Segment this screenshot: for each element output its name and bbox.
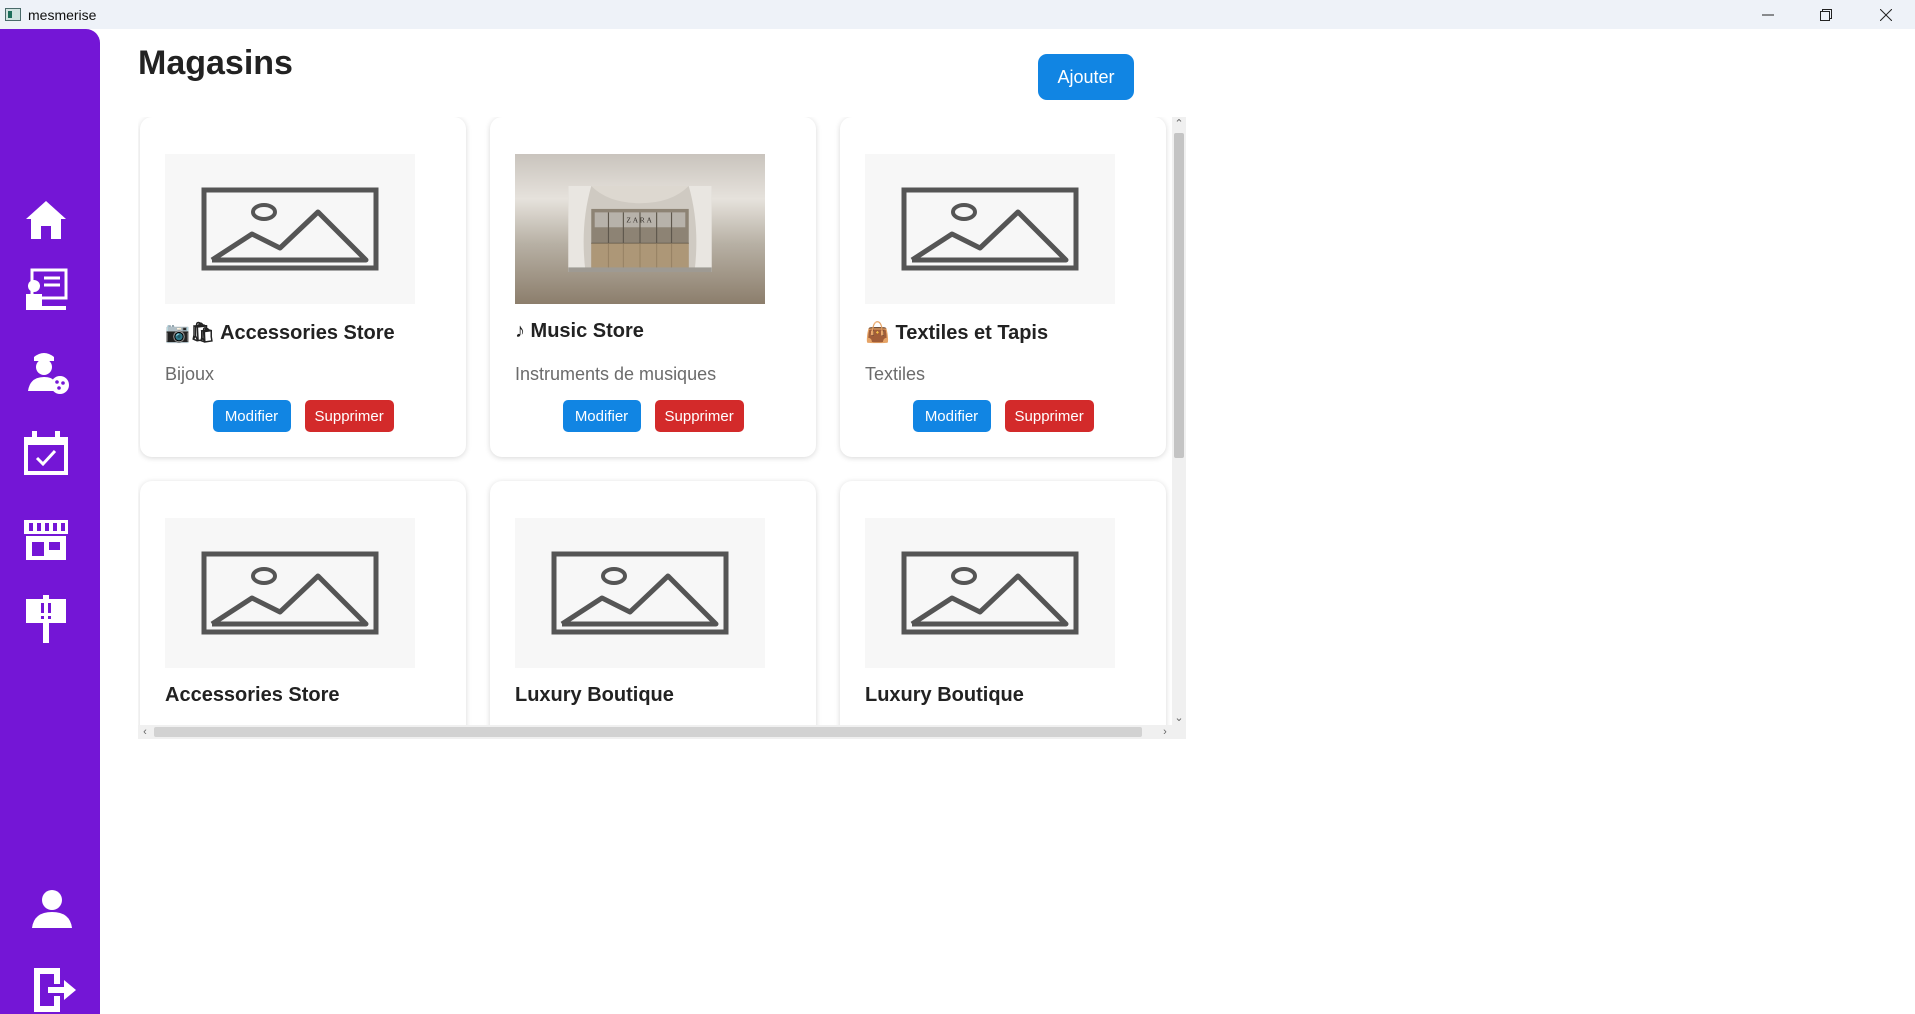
title-bar: mesmerise xyxy=(0,0,1915,29)
user-icon xyxy=(32,890,72,928)
edit-button[interactable]: Modifier xyxy=(212,400,291,432)
close-button[interactable] xyxy=(1857,0,1915,29)
store-name: 👜 Textiles et Tapis xyxy=(865,322,1049,344)
store-name: Luxury Boutique xyxy=(865,684,1024,706)
page-title: Magasins xyxy=(138,44,293,82)
store-image xyxy=(165,518,415,668)
horizontal-scrollbar[interactable]: ‹ › xyxy=(138,725,1172,739)
restore-button[interactable] xyxy=(1797,0,1855,29)
stores-grid: 📷🛍 Accessories Store Bijoux Modifier Sup… xyxy=(138,117,1172,725)
store-card: 📷🛍 Accessories Store Bijoux Modifier Sup… xyxy=(140,117,466,457)
store-actions: Modifier Supprimer xyxy=(140,400,466,432)
add-button[interactable]: Ajouter xyxy=(1038,54,1134,100)
store-category: Bijoux xyxy=(165,364,215,384)
scroll-left-icon[interactable]: ‹ xyxy=(138,725,152,739)
app-icon xyxy=(5,8,21,21)
store-name: 📷🛍 Accessories Store xyxy=(165,322,395,344)
store-card: Luxury Boutique xyxy=(840,481,1166,725)
presentation-icon xyxy=(26,268,68,310)
store-photo: ZARA xyxy=(515,154,765,304)
logout-icon xyxy=(34,968,76,1012)
store-image xyxy=(165,154,415,304)
store-name: ♪ Music Store xyxy=(515,320,644,342)
store-name: Luxury Boutique xyxy=(515,684,674,706)
store-image xyxy=(865,518,1115,668)
edit-button[interactable]: Modifier xyxy=(912,400,991,432)
store-category: Textiles xyxy=(865,364,926,384)
store-category: Instruments de musiques xyxy=(515,364,717,384)
sidebar-item-profile[interactable] xyxy=(28,886,76,934)
sidebar-item-home[interactable] xyxy=(22,195,70,243)
signpost-icon xyxy=(26,595,66,643)
close-icon xyxy=(1880,8,1892,21)
store-name: Accessories Store xyxy=(165,684,340,706)
delete-button[interactable]: Supprimer xyxy=(304,400,394,432)
delete-button[interactable]: Supprimer xyxy=(654,400,744,432)
scroll-down-icon[interactable]: ⌄ xyxy=(1172,711,1186,725)
sidebar-item-stores[interactable] xyxy=(22,516,70,564)
sidebar-item-events[interactable] xyxy=(22,595,70,643)
store-card: 👜 Textiles et Tapis Textiles Modifier Su… xyxy=(840,117,1166,457)
minimize-icon xyxy=(1762,14,1774,15)
artist-palette-icon xyxy=(28,353,69,394)
store-image xyxy=(515,518,765,668)
horizontal-scroll-thumb[interactable] xyxy=(154,727,1142,737)
home-icon xyxy=(26,201,66,239)
window-title: mesmerise xyxy=(28,6,97,23)
placeholder-image-icon xyxy=(201,187,379,271)
sidebar-item-calendar[interactable] xyxy=(22,429,70,477)
store-card: Luxury Boutique xyxy=(490,481,816,725)
placeholder-image-icon xyxy=(201,551,379,635)
scroll-right-icon[interactable]: › xyxy=(1158,725,1172,739)
sidebar-item-logout[interactable] xyxy=(30,966,78,1014)
store-actions: Modifier Supprimer xyxy=(490,400,816,432)
stores-grid-viewport: 📷🛍 Accessories Store Bijoux Modifier Sup… xyxy=(138,117,1172,725)
vertical-scrollbar[interactable]: ⌃ ⌄ xyxy=(1172,117,1186,725)
restore-icon xyxy=(1820,8,1832,21)
placeholder-image-icon xyxy=(901,551,1079,635)
photo-sign: ZARA xyxy=(626,216,653,225)
store-icon xyxy=(24,520,68,560)
vertical-scroll-thumb[interactable] xyxy=(1174,133,1184,458)
store-image xyxy=(865,154,1115,304)
store-actions: Modifier Supprimer xyxy=(840,400,1166,432)
placeholder-image-icon xyxy=(551,551,729,635)
store-facade-image: ZARA xyxy=(568,186,712,272)
calendar-check-icon xyxy=(24,431,68,475)
edit-button[interactable]: Modifier xyxy=(562,400,641,432)
placeholder-image-icon xyxy=(901,187,1079,271)
sidebar xyxy=(0,29,100,1014)
stores-scroll-area[interactable]: 📷🛍 Accessories Store Bijoux Modifier Sup… xyxy=(138,117,1186,739)
sidebar-item-presentation[interactable] xyxy=(22,266,70,314)
store-card: Accessories Store xyxy=(140,481,466,725)
sidebar-item-artists[interactable] xyxy=(22,347,70,395)
scroll-up-icon[interactable]: ⌃ xyxy=(1172,117,1186,131)
scroll-corner xyxy=(1172,725,1186,739)
minimize-button[interactable] xyxy=(1739,0,1797,29)
store-card: ZARA ♪ Music Store Instruments de musiqu… xyxy=(490,117,816,457)
delete-button[interactable]: Supprimer xyxy=(1004,400,1094,432)
